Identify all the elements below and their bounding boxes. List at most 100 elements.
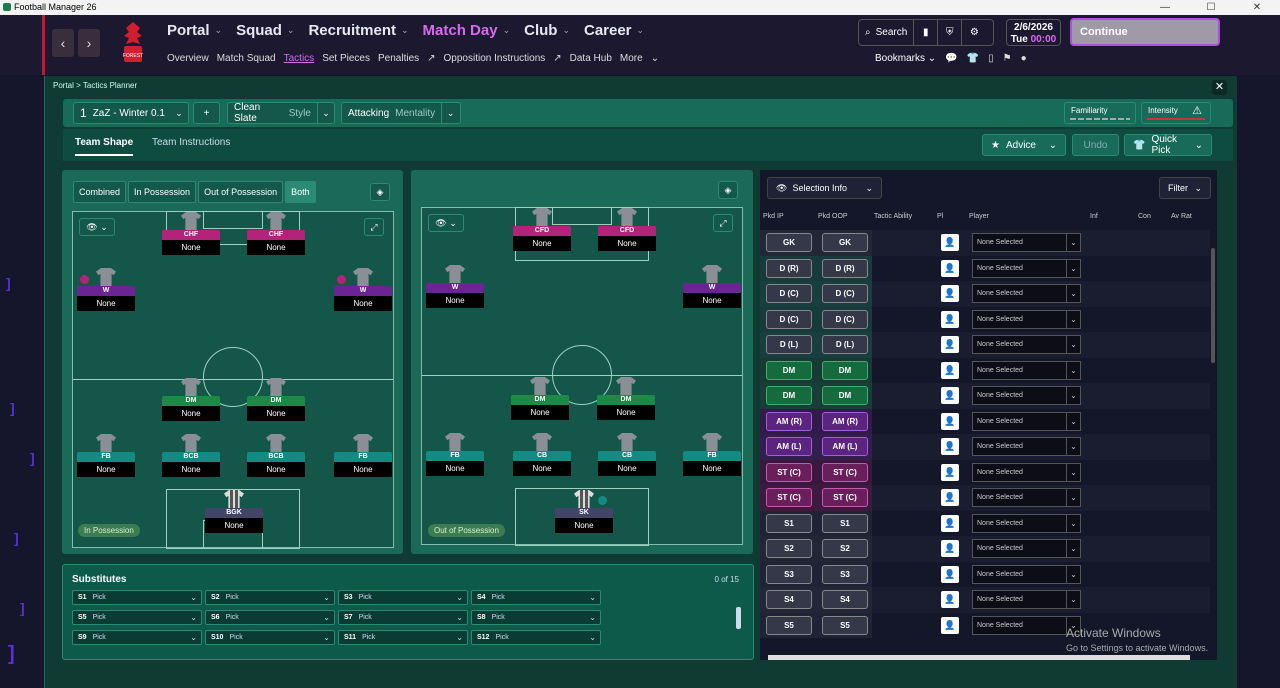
person-icon[interactable]: 👤 [941, 463, 959, 481]
player-select[interactable]: None Selected ⌄ [972, 488, 1081, 507]
tactics-icon[interactable]: ⚑ [1003, 53, 1012, 64]
person-icon[interactable]: 👤 [941, 234, 959, 251]
back-button[interactable]: ‹ [52, 29, 74, 57]
breadcrumb-root[interactable]: Portal [53, 81, 74, 90]
picked-oop-chip[interactable]: S1 [822, 513, 868, 533]
picked-ip-chip[interactable]: D (R) [766, 258, 812, 278]
picked-oop-chip[interactable]: D (R) [822, 258, 868, 278]
picked-ip-chip[interactable]: DM [766, 386, 812, 405]
submenu-data-hub[interactable]: Data Hub [570, 53, 612, 64]
quick-pick-button[interactable]: 👕 Quick Pick ⌄ [1124, 134, 1212, 156]
player-select[interactable]: None Selected ⌄ [972, 615, 1081, 635]
submenu-overview[interactable]: Overview [167, 53, 209, 64]
picked-oop-chip[interactable]: GK [822, 233, 868, 252]
picked-oop-chip[interactable]: AM (R) [822, 411, 868, 431]
advice-button[interactable]: ★ Advice ⌄ [982, 134, 1066, 156]
player-slot-dm[interactable]: DM None [511, 377, 569, 420]
filter-button[interactable]: Filter ⌄ [1159, 177, 1211, 199]
player-select[interactable]: None Selected ⌄ [972, 309, 1081, 329]
visibility-toggle[interactable]: 👁 ⌄ [428, 214, 464, 232]
pitch-settings-icon[interactable]: ◈ [370, 183, 390, 201]
picked-oop-chip[interactable]: S4 [822, 590, 868, 609]
player-slot-fb[interactable]: FB None [683, 433, 741, 476]
sub-pick-s7[interactable]: S7 Pick ⌄ [338, 610, 468, 625]
person-icon[interactable]: 👤 [941, 540, 959, 557]
sub-pick-s10[interactable]: S10 Pick ⌄ [205, 630, 335, 645]
player-select[interactable]: None Selected ⌄ [972, 564, 1081, 584]
person-icon[interactable]: 👤 [941, 591, 959, 608]
tactic-selector[interactable]: 1 ZaZ - Winter 0.1 ⌄ [73, 102, 189, 124]
tab-team-instructions[interactable]: Team Instructions [152, 137, 230, 148]
player-select[interactable]: None Selected ⌄ [972, 360, 1081, 380]
bookmark-icon[interactable]: ▮ [914, 20, 939, 45]
player-slot-cb[interactable]: CB None [598, 433, 656, 476]
submenu-more[interactable]: More [620, 53, 643, 64]
column-header[interactable]: Inf [1090, 213, 1098, 220]
player-select[interactable]: None Selected ⌄ [972, 233, 1081, 252]
person-icon[interactable]: 👤 [941, 514, 959, 532]
person-icon[interactable]: 👤 [941, 336, 959, 353]
player-slot-dm[interactable]: DM None [597, 377, 655, 420]
sub-pick-s1[interactable]: S1 Pick ⌄ [72, 590, 202, 605]
person-icon[interactable]: 👤 [941, 616, 959, 634]
player-select[interactable]: None Selected ⌄ [972, 437, 1081, 456]
player-slot-bcb[interactable]: BCB None [162, 434, 220, 477]
sub-pick-s4[interactable]: S4 Pick ⌄ [471, 590, 601, 605]
player-slot-dm[interactable]: DM None [247, 378, 305, 421]
style-selector[interactable]: Clean Slate Style ⌄ [227, 102, 335, 124]
submenu-match-squad[interactable]: Match Squad [217, 53, 276, 64]
clipboard-icon[interactable]: ▯ [988, 53, 994, 64]
sub-pick-s3[interactable]: S3 Pick ⌄ [338, 590, 468, 605]
player-slot-w[interactable]: W None [683, 265, 741, 308]
picked-oop-chip[interactable]: ST (C) [822, 462, 868, 482]
pitch-settings-icon[interactable]: ◈ [718, 181, 738, 199]
mode-out-of-possession[interactable]: Out of Possession [198, 181, 284, 203]
person-icon[interactable]: 👤 [941, 438, 959, 455]
sub-pick-s2[interactable]: S2 Pick ⌄ [205, 590, 335, 605]
person-icon[interactable]: 👤 [941, 387, 959, 404]
player-select[interactable]: None Selected ⌄ [972, 335, 1081, 354]
shield-icon[interactable]: ⛨ [938, 20, 963, 45]
person-icon[interactable]: 👤 [941, 259, 959, 277]
picked-oop-chip[interactable]: ST (C) [822, 488, 868, 507]
picked-oop-chip[interactable]: S5 [822, 615, 868, 635]
minimize-icon[interactable]: — [1142, 0, 1188, 15]
close-window-icon[interactable]: ✕ [1234, 0, 1280, 15]
picked-ip-chip[interactable]: S1 [766, 513, 812, 533]
picked-ip-chip[interactable]: D (C) [766, 284, 812, 303]
column-header[interactable]: Player [969, 213, 989, 220]
player-slot-bcb[interactable]: BCB None [247, 434, 305, 477]
picked-ip-chip[interactable]: AM (R) [766, 411, 812, 431]
submenu-tactics[interactable]: Tactics [284, 53, 315, 64]
ball-icon[interactable]: ● [1021, 53, 1027, 64]
subs-scrollbar[interactable] [736, 607, 741, 629]
person-icon[interactable]: 👤 [941, 310, 959, 328]
person-icon[interactable]: 👤 [941, 285, 959, 302]
selection-scrollbar[interactable] [1211, 248, 1215, 363]
menu-recruitment[interactable]: Recruitment ⌄ [308, 22, 408, 39]
game-date[interactable]: 2/6/2026 Tue 00:00 [1006, 19, 1061, 46]
player-slot-cb[interactable]: CB None [513, 433, 571, 476]
column-header[interactable]: Con [1138, 213, 1151, 220]
picked-ip-chip[interactable]: S4 [766, 590, 812, 609]
player-slot-w[interactable]: W None [426, 265, 484, 308]
continue-button[interactable]: Continue [1070, 18, 1220, 46]
chat-icon[interactable]: 💬 [945, 53, 957, 64]
intensity-meter[interactable]: Intensity ⚠ [1141, 102, 1211, 124]
player-select[interactable]: None Selected ⌄ [972, 590, 1081, 609]
picked-ip-chip[interactable]: ST (C) [766, 488, 812, 507]
menu-club[interactable]: Club ⌄ [524, 22, 570, 39]
player-select[interactable]: None Selected ⌄ [972, 513, 1081, 533]
picked-oop-chip[interactable]: S2 [822, 539, 868, 558]
picked-ip-chip[interactable]: S2 [766, 539, 812, 558]
picked-oop-chip[interactable]: D (C) [822, 284, 868, 303]
picked-oop-chip[interactable]: AM (L) [822, 437, 868, 456]
tab-team-shape[interactable]: Team Shape [75, 137, 134, 156]
sub-pick-s9[interactable]: S9 Pick ⌄ [72, 630, 202, 645]
maximize-icon[interactable]: ☐ [1188, 0, 1234, 15]
search-button[interactable]: ⌕ Search [859, 20, 915, 45]
player-select[interactable]: None Selected ⌄ [972, 462, 1081, 482]
picked-oop-chip[interactable]: D (C) [822, 309, 868, 329]
sub-pick-s5[interactable]: S5 Pick ⌄ [72, 610, 202, 625]
gear-icon[interactable]: ⚙ [962, 20, 986, 45]
